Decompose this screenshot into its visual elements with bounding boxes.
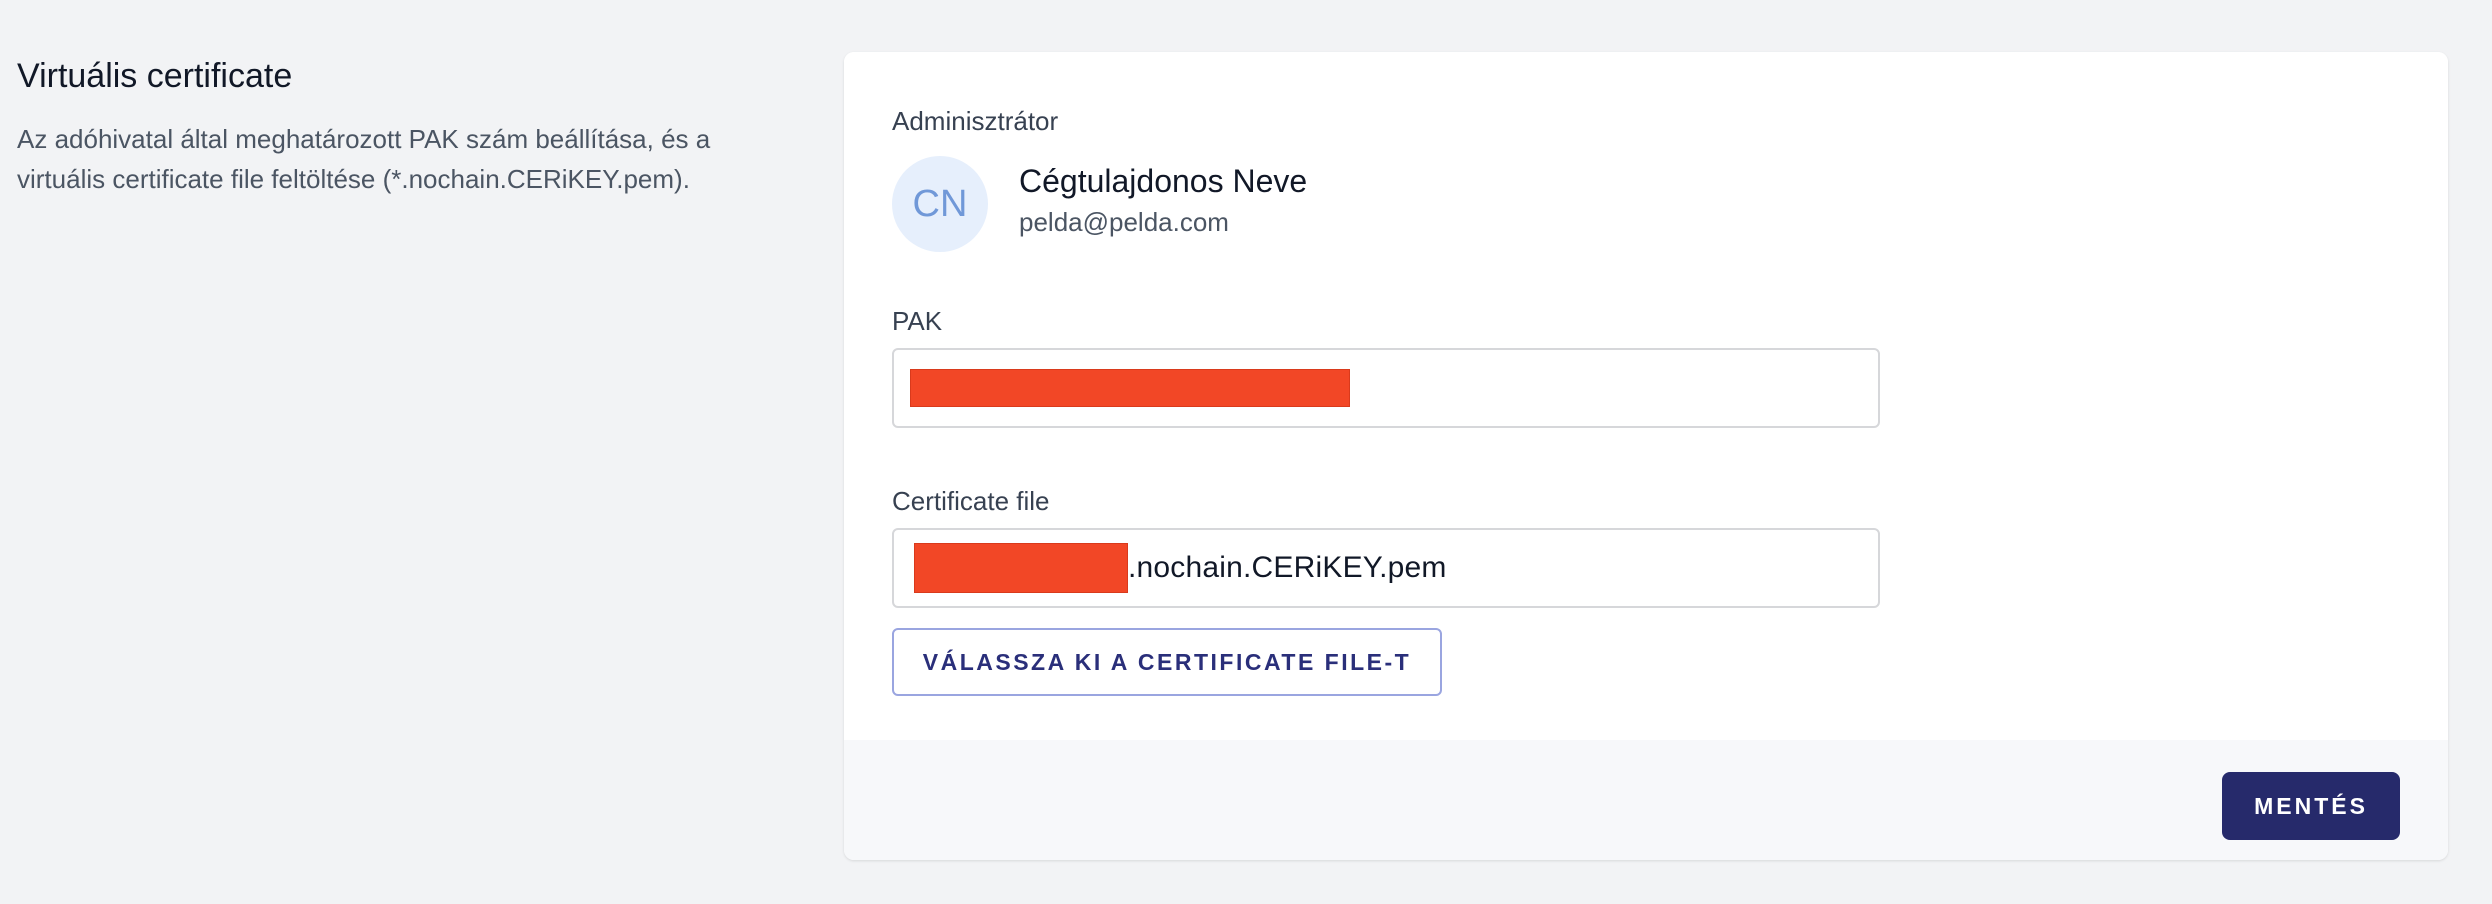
pak-input[interactable] xyxy=(892,348,1880,428)
card-body: Adminisztrátor CN Cégtulajdonos Neve pel… xyxy=(844,52,2448,740)
redacted-pak-value xyxy=(910,369,1350,407)
settings-page: Virtuális certificate Az adóhivatal álta… xyxy=(0,0,2492,904)
certificate-card: Adminisztrátor CN Cégtulajdonos Neve pel… xyxy=(844,52,2448,860)
certificate-file-name-suffix: .nochain.CERiKEY.pem xyxy=(1128,551,1447,584)
admin-name: Cégtulajdonos Neve xyxy=(1019,163,1308,199)
section-title: Virtuális certificate xyxy=(17,57,293,95)
pak-label: PAK xyxy=(892,306,943,336)
section-description: Az adóhivatal által meghatározott PAK sz… xyxy=(17,119,797,199)
section-description-line-1: Az adóhivatal által meghatározott PAK sz… xyxy=(17,123,711,154)
avatar: CN xyxy=(892,156,988,252)
certificate-file-input[interactable]: .nochain.CERiKEY.pem xyxy=(892,528,1880,608)
card-footer: MENTÉS xyxy=(844,740,2448,860)
section-description-line-2: virtuális certificate file feltöltése (*… xyxy=(17,163,690,194)
redacted-file-prefix xyxy=(914,543,1128,593)
save-button[interactable]: MENTÉS xyxy=(2222,772,2400,840)
section-intro: Virtuális certificate Az adóhivatal álta… xyxy=(17,56,797,199)
admin-label: Adminisztrátor xyxy=(892,106,1059,136)
certificate-file-label: Certificate file xyxy=(892,486,1050,516)
admin-email: pelda@pelda.com xyxy=(1019,207,1229,237)
choose-certificate-file-button[interactable]: VÁLASSZA KI A CERTIFICATE FILE-T xyxy=(892,628,1442,696)
